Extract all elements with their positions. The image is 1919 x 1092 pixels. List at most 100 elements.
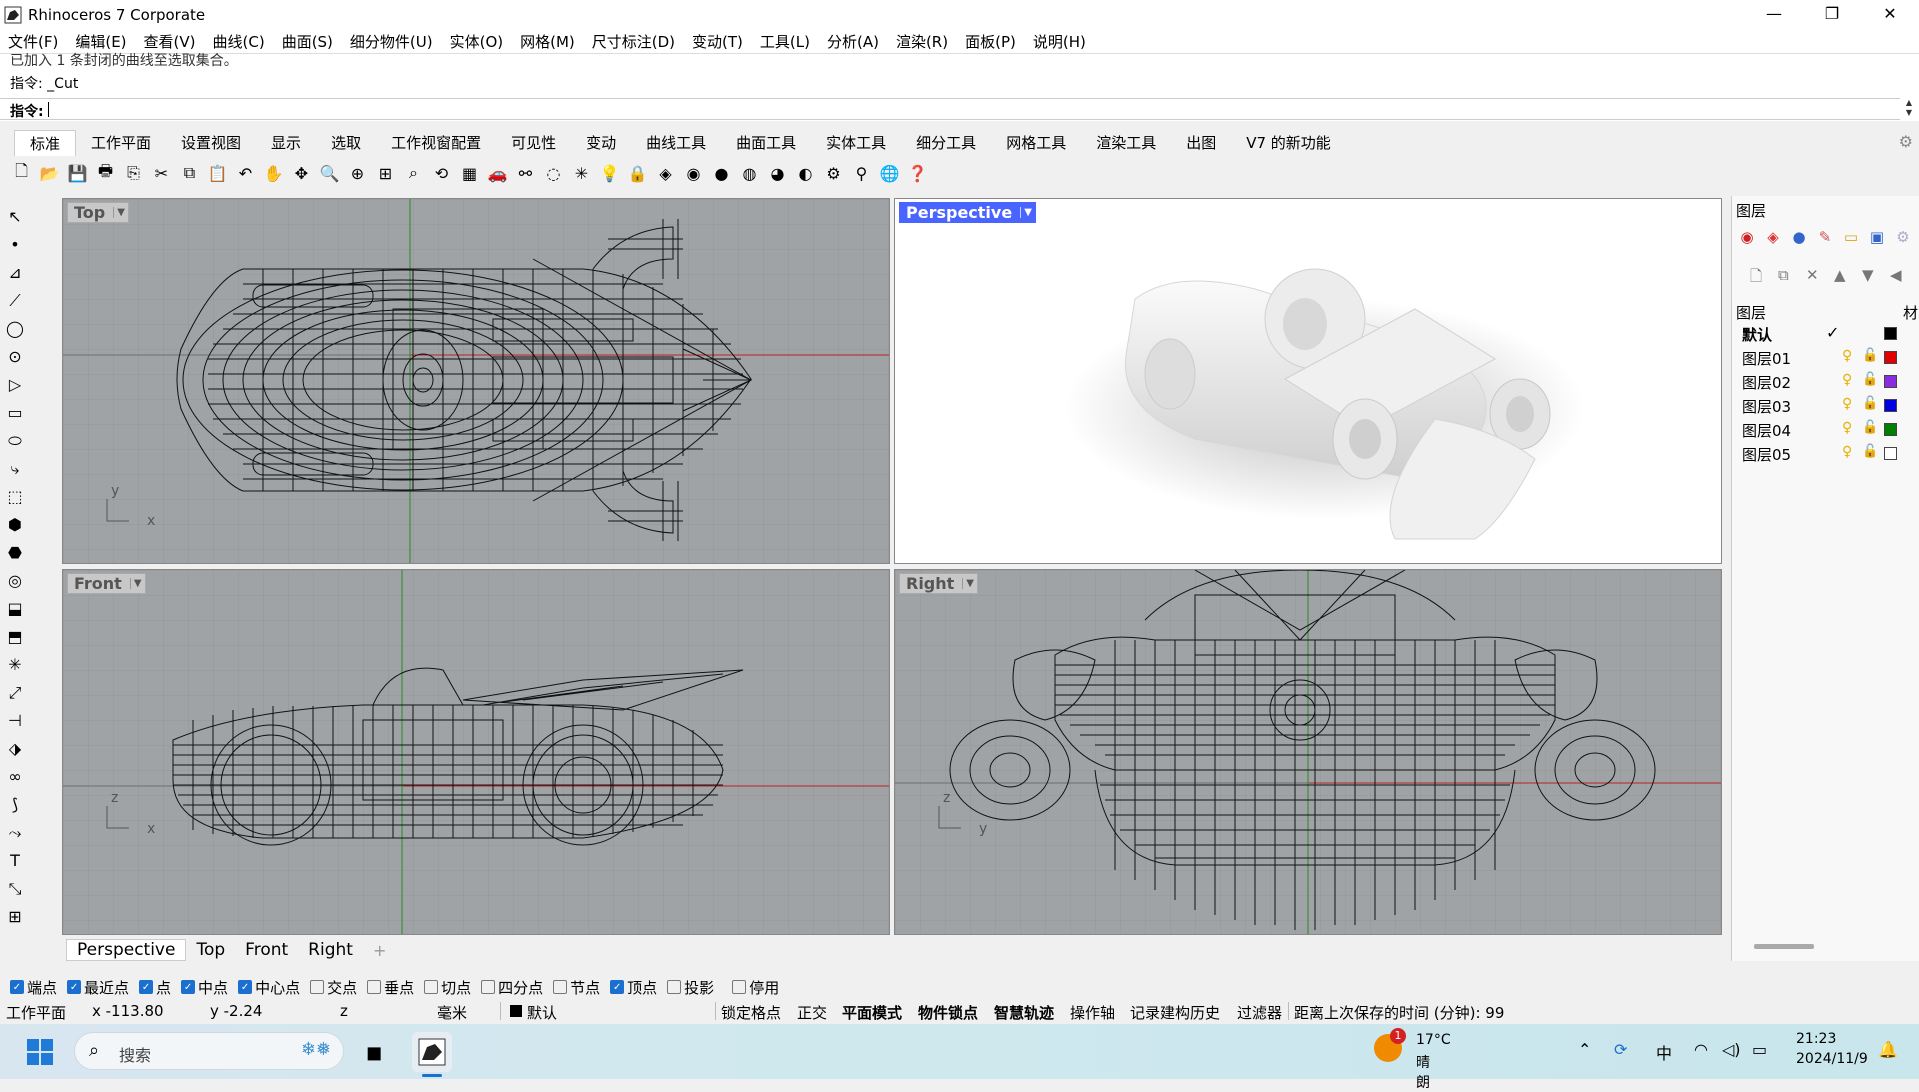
layer-color-swatch[interactable] <box>1884 375 1897 388</box>
layer-color-swatch[interactable] <box>1884 351 1897 364</box>
left-tool-icon[interactable]: T <box>2 849 28 872</box>
wifi-icon[interactable]: ◠ <box>1694 1040 1708 1059</box>
osnap-option[interactable]: 切点 <box>424 977 471 998</box>
move-down-icon[interactable]: ▼ <box>1862 266 1884 291</box>
unlock-icon[interactable]: 🔓 <box>1862 348 1878 363</box>
close-button[interactable]: ✕ <box>1861 0 1919 29</box>
task-view-icon[interactable]: ◼ <box>354 1032 394 1072</box>
menu-item[interactable]: 变动(T) <box>692 31 743 52</box>
menu-item[interactable]: 说明(H) <box>1033 31 1086 52</box>
clock-time[interactable]: 21:23 <box>1796 1031 1836 1047</box>
osnap-option[interactable]: 四分点 <box>481 977 543 998</box>
light-icon[interactable]: 💡 <box>598 162 621 185</box>
left-tool-icon[interactable]: ⬢ <box>2 513 28 536</box>
gumball-toggle[interactable]: 操作轴 <box>1070 1002 1115 1023</box>
sphere-blue-icon[interactable]: ◕ <box>766 162 789 185</box>
car-icon[interactable]: 🚗 <box>486 162 509 185</box>
visibility-bulb-icon[interactable]: ♀ <box>1842 396 1852 412</box>
viewport-label-perspective[interactable]: Perspective ▼ <box>899 202 1036 223</box>
rhino-taskbar-icon[interactable] <box>412 1032 452 1072</box>
menu-item[interactable]: 细分物件(U) <box>350 31 433 52</box>
restore-button[interactable]: ❐ <box>1803 0 1861 29</box>
unlock-icon[interactable]: 🔓 <box>1862 444 1878 459</box>
grid-icon[interactable]: ▦ <box>458 162 481 185</box>
zoom-extents-icon[interactable]: ⊞ <box>374 162 397 185</box>
unlock-icon[interactable]: 🔓 <box>1862 420 1878 435</box>
menu-item[interactable]: 渲染(R) <box>896 31 948 52</box>
toolbar-tab[interactable]: 细分工具 <box>901 130 991 156</box>
minimize-button[interactable]: — <box>1745 0 1803 29</box>
viewport-menu-arrow-icon[interactable]: ▼ <box>1020 207 1035 218</box>
ime-indicator[interactable]: 中 <box>1656 1040 1672 1064</box>
panel-gear-icon[interactable]: ⚙ <box>1892 228 1914 248</box>
menu-item[interactable]: 网格(M) <box>520 31 575 52</box>
left-tool-icon[interactable]: ⬗ <box>2 737 28 760</box>
toolbar-tab[interactable]: 渲染工具 <box>1081 130 1171 156</box>
viewport-front[interactable]: z x Front ▼ <box>62 569 890 935</box>
left-tool-icon[interactable]: ⟋ <box>2 289 28 312</box>
toolbar-tab[interactable]: 变动 <box>571 130 631 156</box>
snap-icon[interactable]: ✳ <box>570 162 593 185</box>
help-panel-icon[interactable]: ▣ <box>1866 228 1888 248</box>
osnap-option[interactable]: 停用 <box>732 977 779 998</box>
osnap-checkbox[interactable]: ✓ <box>139 980 154 994</box>
history-toggle[interactable]: 记录建构历史 <box>1130 1002 1220 1023</box>
left-tool-icon[interactable]: ⊿ <box>2 261 28 284</box>
viewport-tab[interactable]: Top <box>186 940 235 960</box>
color-wheel-icon[interactable]: ◉ <box>1736 228 1758 248</box>
osnap-checkbox[interactable]: ✓ <box>610 980 625 994</box>
visibility-bulb-icon[interactable]: ♀ <box>1842 420 1852 436</box>
osnap-option[interactable]: ✓ 中心点 <box>238 977 300 998</box>
left-tool-icon[interactable]: ⟆ <box>2 793 28 816</box>
layer-row[interactable]: 图层01 ♀ 🔓 <box>1736 346 1916 370</box>
grid-snap-toggle[interactable]: 锁定格点 <box>721 1002 781 1023</box>
left-tool-icon[interactable]: • <box>2 233 28 256</box>
left-tool-icon[interactable]: ⤷ <box>2 457 28 480</box>
viewport-tab[interactable]: Right <box>298 940 363 960</box>
menu-item[interactable]: 实体(O) <box>450 31 504 52</box>
material-icon[interactable]: ◈ <box>654 162 677 185</box>
osnap-checkbox[interactable] <box>310 980 325 994</box>
osnap-option[interactable]: ✓ 点 <box>139 977 171 998</box>
toolbar-tab[interactable]: 显示 <box>256 130 316 156</box>
viewport-menu-arrow-icon[interactable]: ▼ <box>129 578 145 589</box>
left-tool-icon[interactable]: ↖ <box>2 205 28 228</box>
osnap-option[interactable]: ✓ 最近点 <box>67 977 129 998</box>
current-layer-status[interactable]: 默认 <box>527 1002 557 1023</box>
toolbar-tab[interactable]: 工作视窗配置 <box>376 130 496 156</box>
toolbar-tab[interactable]: V7 的新功能 <box>1231 130 1346 156</box>
viewport-tab[interactable]: Perspective <box>66 939 187 961</box>
ortho-toggle[interactable]: 正交 <box>797 1002 827 1023</box>
notification-bell-icon[interactable]: 🔔 <box>1878 1040 1898 1059</box>
car-outline-icon[interactable]: ⚯ <box>514 162 537 185</box>
osnap-checkbox[interactable]: ✓ <box>10 980 24 994</box>
command-scrollbar[interactable]: ▲ ▼ <box>1901 98 1917 120</box>
osnap-checkbox[interactable] <box>732 980 747 994</box>
left-tool-icon[interactable]: ⊙ <box>2 345 28 368</box>
paste-icon[interactable]: 📋 <box>206 162 229 185</box>
toolbar-tab[interactable]: 曲线工具 <box>631 130 721 156</box>
move-up-icon[interactable]: ▲ <box>1834 266 1856 291</box>
layer-color-swatch[interactable] <box>1884 423 1897 436</box>
left-tool-icon[interactable]: ⤡ <box>2 877 28 900</box>
osnap-option[interactable]: 节点 <box>553 977 600 998</box>
layer-row[interactable]: 图层05 ♀ 🔓 <box>1736 442 1916 466</box>
cut-icon[interactable]: ✂ <box>150 162 173 185</box>
tray-chevron-up-icon[interactable]: ⌃ <box>1578 1040 1591 1059</box>
menu-item[interactable]: 工具(L) <box>760 31 810 52</box>
viewport-perspective[interactable]: Perspective ▼ <box>894 198 1722 564</box>
sphere-shaded-icon[interactable]: ◍ <box>738 162 761 185</box>
osnap-checkbox[interactable] <box>481 980 496 994</box>
print-icon[interactable]: 🖶 <box>94 161 117 185</box>
visibility-bulb-icon[interactable]: ♀ <box>1842 372 1852 388</box>
filter-toggle[interactable]: 过滤器 <box>1237 1002 1282 1023</box>
windows-start-icon[interactable] <box>26 1038 54 1066</box>
undo-icon[interactable]: ↶ <box>234 162 257 185</box>
left-tool-icon[interactable]: ⊞ <box>2 905 28 928</box>
help-icon[interactable]: ❓ <box>906 162 929 185</box>
add-viewport-tab-icon[interactable]: + <box>363 941 396 960</box>
cplane-status[interactable]: 工作平面 <box>6 1002 66 1023</box>
layers-icon[interactable]: ◈ <box>1762 228 1784 248</box>
osnap-checkbox[interactable] <box>667 980 682 994</box>
menu-item[interactable]: 面板(P) <box>965 31 1016 52</box>
